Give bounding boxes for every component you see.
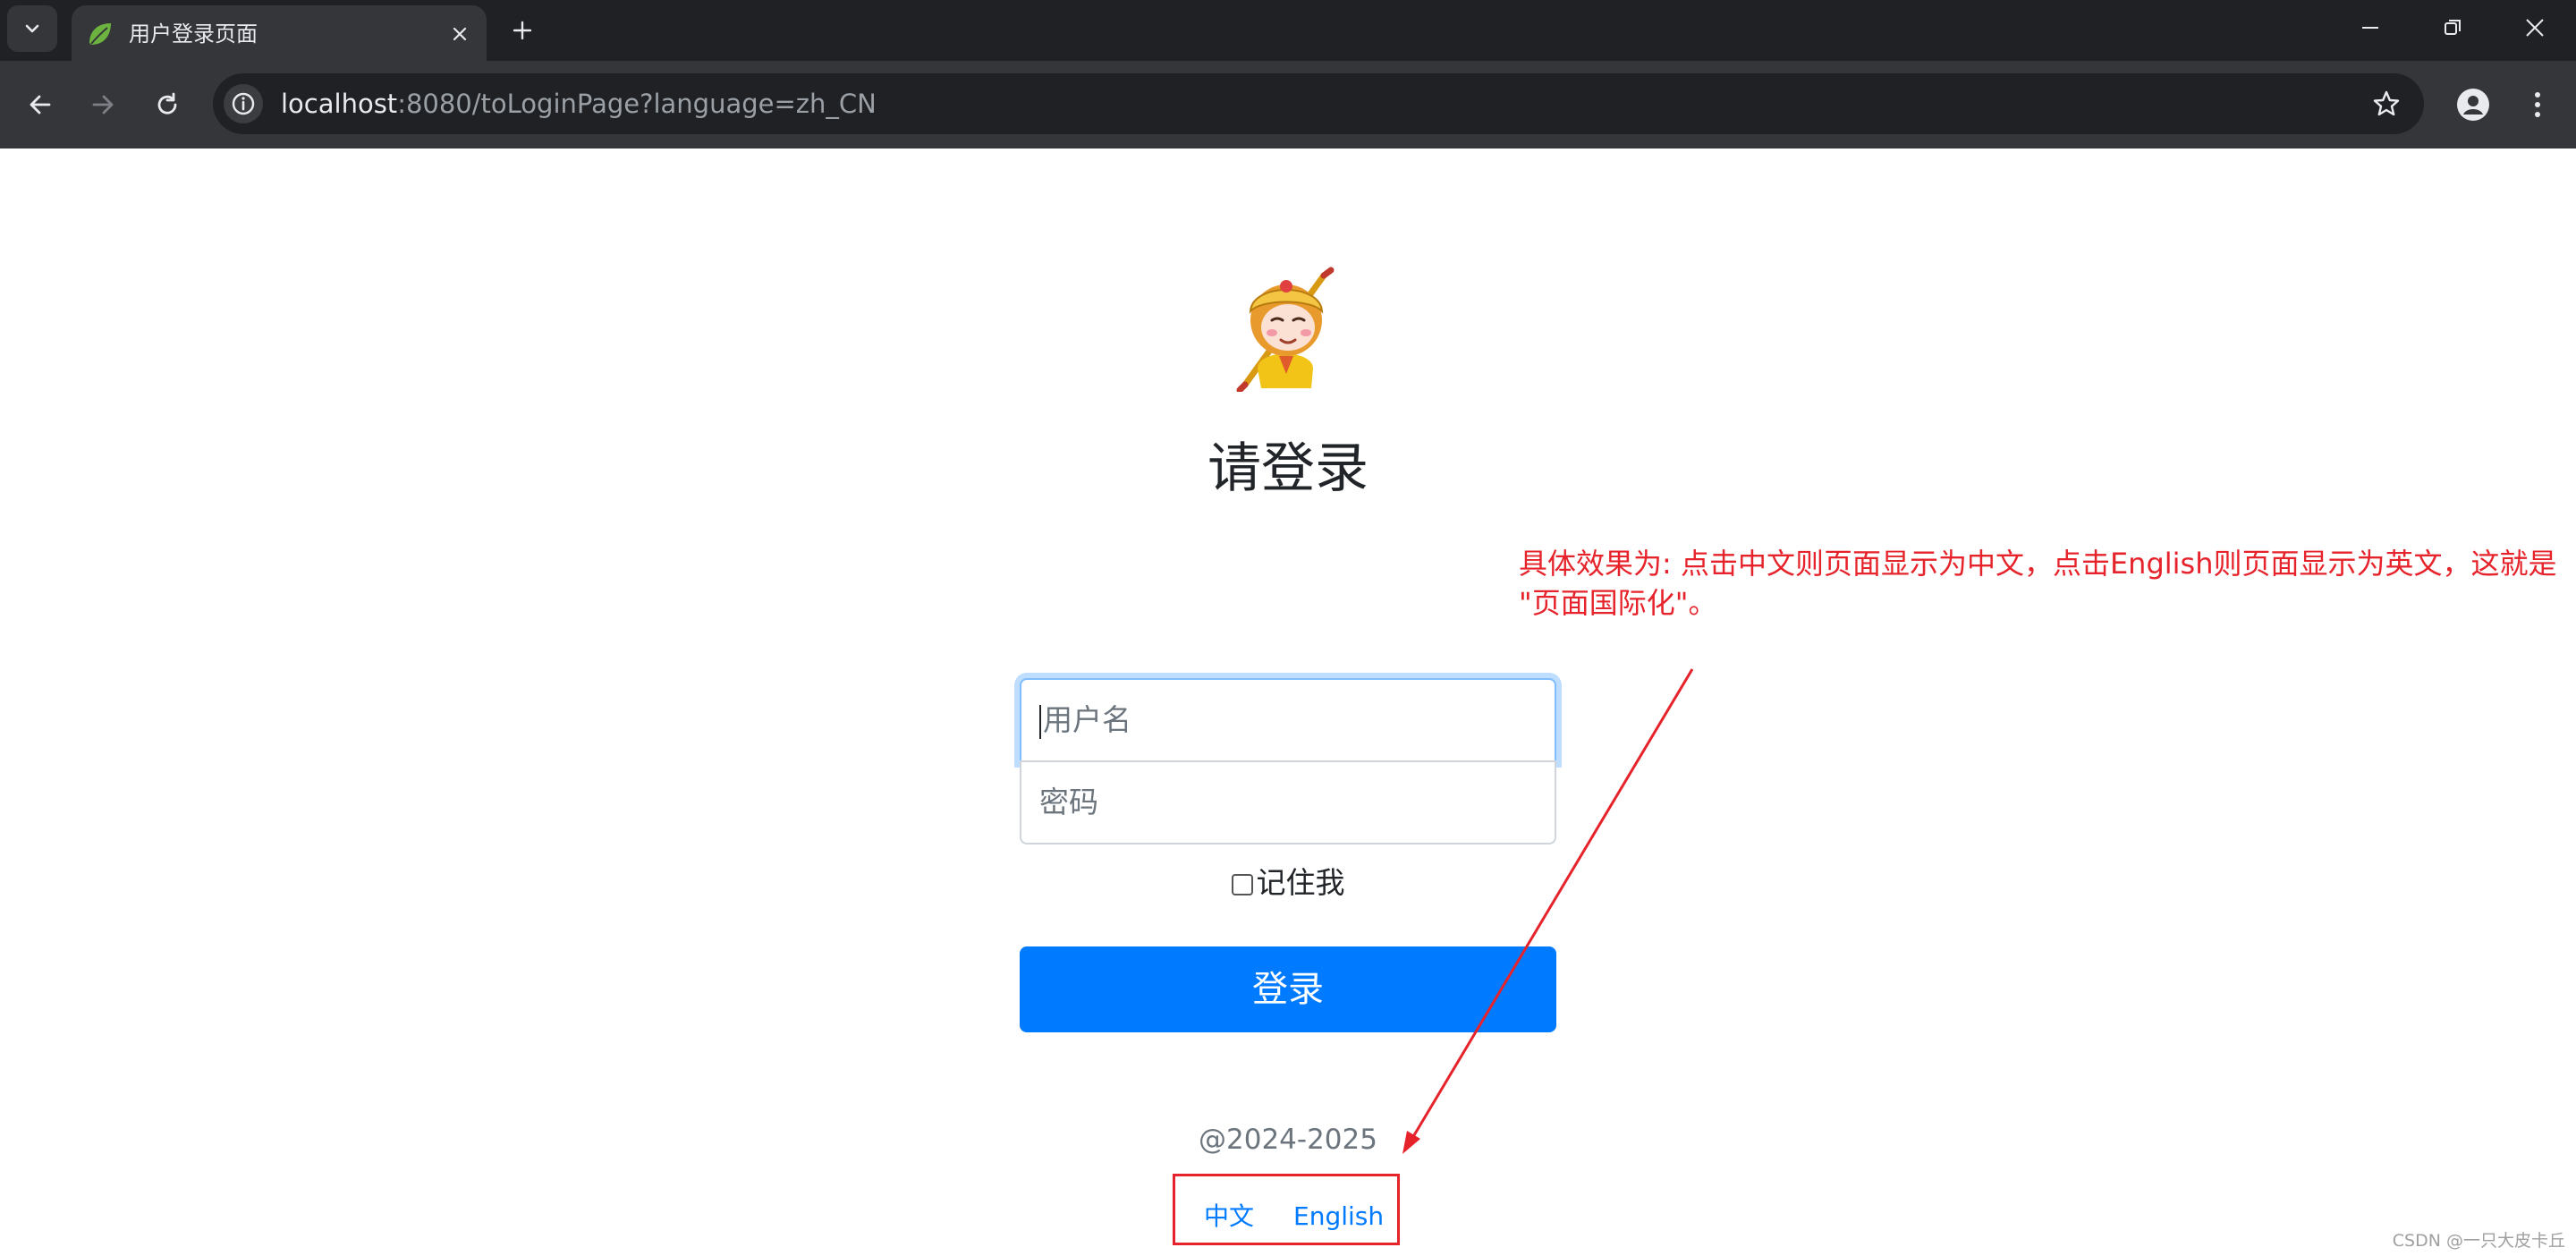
url-text[interactable]: localhost:8080/toLoginPage?language=zh_C… — [281, 88, 877, 120]
star-icon — [2373, 90, 2400, 116]
more-vertical-icon — [2535, 92, 2540, 117]
back-button[interactable] — [18, 82, 63, 127]
annotation-line-1: 具体效果为: 点击中文则页面显示为中文，点击English则页面显示为英文，这就… — [1519, 547, 2557, 581]
restore-button[interactable] — [2411, 0, 2494, 55]
close-window-button[interactable] — [2494, 0, 2576, 55]
password-input[interactable]: 密码 — [1020, 760, 1556, 844]
close-icon — [453, 27, 467, 41]
password-placeholder: 密码 — [1039, 785, 1098, 819]
watermark: CSDN @一只大皮卡丘 — [2392, 1231, 2565, 1251]
remember-me-row: 记住我 — [1020, 861, 1556, 905]
chevron-down-icon — [25, 24, 39, 33]
plus-icon — [513, 21, 532, 40]
address-bar[interactable]: localhost:8080/toLoginPage?language=zh_C… — [213, 73, 2424, 134]
profile-icon — [2457, 89, 2489, 121]
spring-leaf-icon — [89, 23, 111, 45]
active-tab[interactable]: 用户登录页面 — [72, 5, 487, 61]
bookmark-button[interactable] — [2368, 86, 2404, 122]
username-placeholder: 用户名 — [1043, 702, 1131, 737]
new-tab-button[interactable] — [504, 13, 540, 48]
text-caret — [1039, 704, 1041, 739]
page-title: 请登录 — [1208, 437, 1368, 500]
url-path: :8080/toLoginPage?language=zh_CN — [397, 89, 877, 119]
remember-me-checkbox[interactable] — [1231, 873, 1253, 895]
reload-icon — [157, 92, 177, 115]
close-icon — [2526, 19, 2544, 37]
forward-button[interactable] — [80, 82, 125, 127]
url-host: localhost — [281, 89, 398, 119]
monkey-king-logo — [1236, 267, 1335, 392]
username-input[interactable]: 用户名 — [1020, 678, 1556, 762]
language-link-zh[interactable]: 中文 — [1204, 1199, 1254, 1235]
restore-icon — [2445, 20, 2461, 35]
site-info-button[interactable] — [224, 84, 263, 123]
info-icon — [232, 92, 255, 115]
language-link-en[interactable]: English — [1293, 1199, 1384, 1235]
tab-title: 用户登录页面 — [129, 21, 258, 47]
profile-button[interactable] — [2451, 82, 2496, 127]
copyright-text: @2024-2025 — [1199, 1124, 1377, 1156]
back-arrow-icon — [30, 95, 51, 115]
browser-toolbar: localhost:8080/toLoginPage?language=zh_C… — [0, 61, 2576, 149]
browser-menu-button[interactable] — [2515, 82, 2560, 127]
tab-close-button[interactable] — [445, 20, 474, 48]
minimize-icon — [2362, 27, 2378, 29]
annotation-text: 具体效果为: 点击中文则页面显示为中文，点击English则页面显示为英文，这就… — [1519, 544, 2565, 623]
forward-arrow-icon — [92, 95, 114, 115]
reload-button[interactable] — [145, 82, 190, 127]
login-button[interactable]: 登录 — [1020, 946, 1556, 1032]
remember-me-label[interactable]: 记住我 — [1257, 865, 1345, 900]
tab-search-button[interactable] — [7, 5, 57, 52]
annotation-line-2: "页面国际化"。 — [1519, 586, 1717, 620]
minimize-button[interactable] — [2329, 0, 2411, 55]
tab-strip: 用户登录页面 — [0, 0, 2576, 61]
